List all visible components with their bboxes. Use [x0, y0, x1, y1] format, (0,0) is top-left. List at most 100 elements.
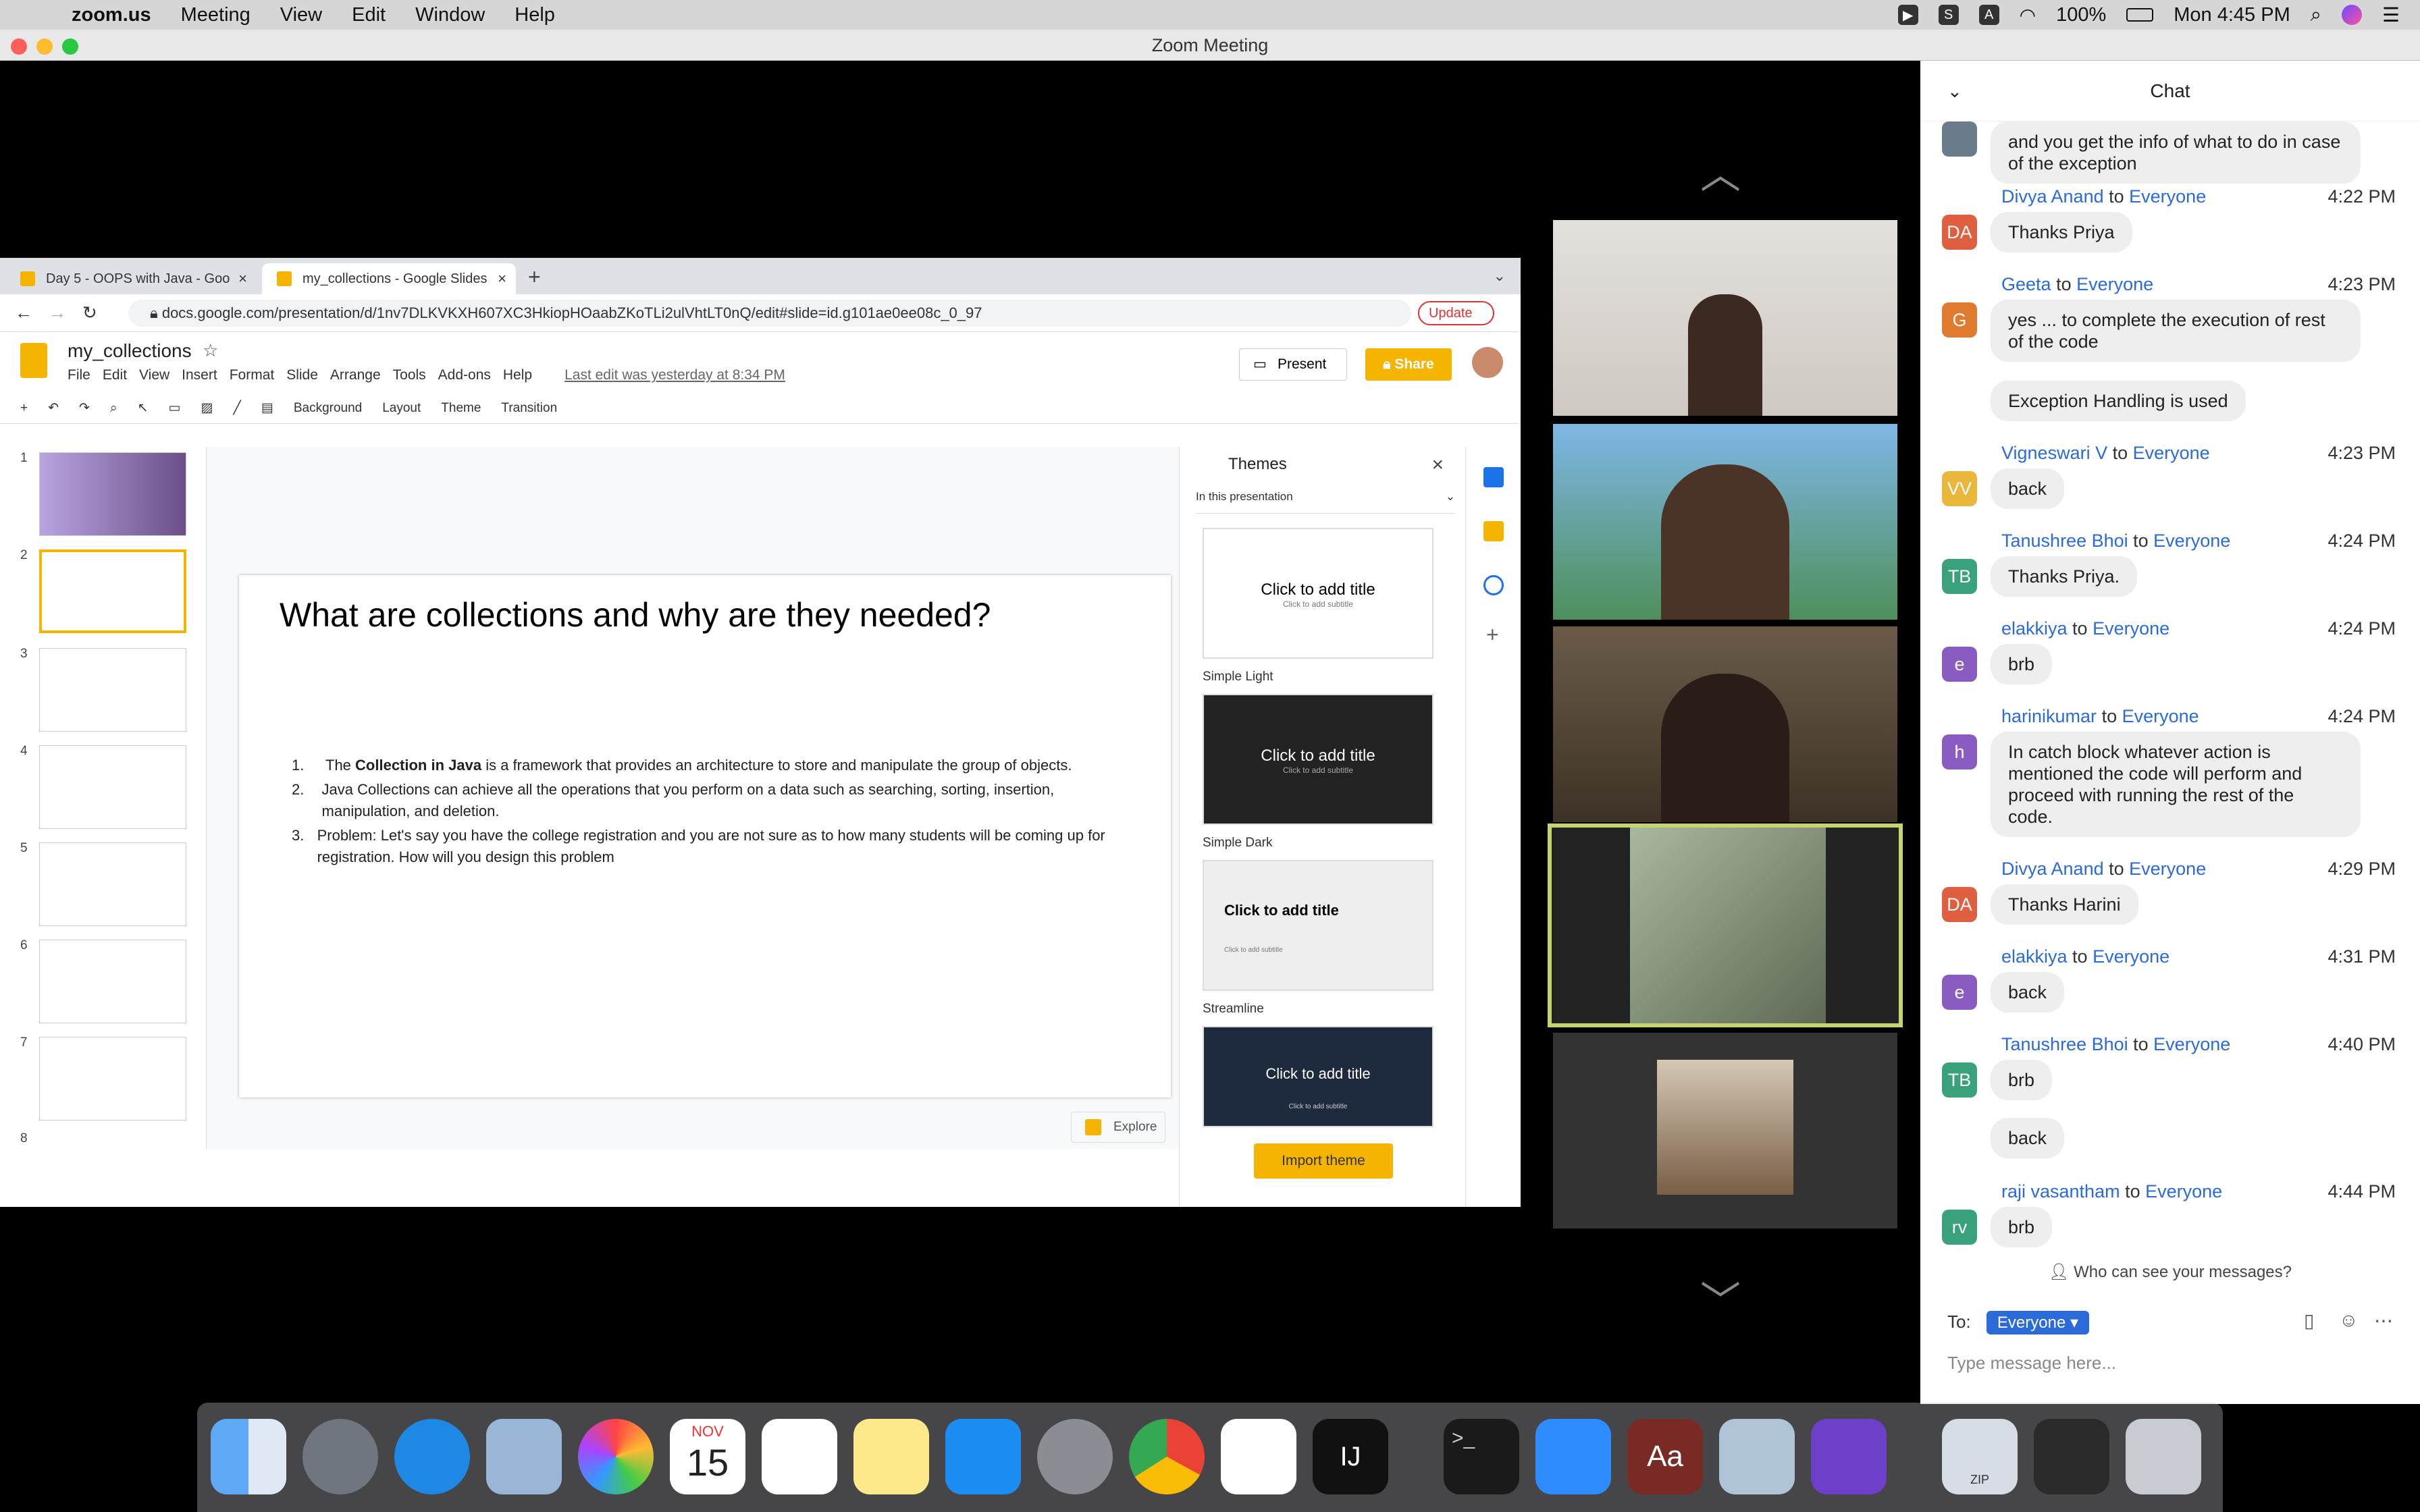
share-button[interactable]: 🔒︎ Share [1365, 348, 1452, 381]
menu-edit[interactable]: Edit [352, 4, 386, 26]
zoom-icon[interactable]: ⌕ [110, 401, 117, 416]
battery-icon[interactable] [2126, 8, 2154, 22]
line-icon[interactable]: ╱ [233, 400, 240, 416]
video-tile-3[interactable] [1553, 626, 1897, 822]
sender-name[interactable]: harinikumar [2001, 706, 2097, 726]
file-icon[interactable]: ▯ [2304, 1310, 2314, 1332]
menu-meeting[interactable]: Meeting [181, 4, 251, 26]
browser-tab-2[interactable]: my_collections - Google Slides × [262, 263, 516, 294]
photos-icon[interactable] [578, 1419, 654, 1494]
sender-name[interactable]: Divya Anand [2001, 186, 2104, 207]
slide-thumbnail-2[interactable] [39, 549, 186, 633]
new-tab-icon[interactable]: + [528, 265, 541, 290]
recipient-dropdown[interactable]: Everyone ▾ [1986, 1311, 2090, 1334]
theme-streamline[interactable]: Click to add title Click to add subtitle [1203, 860, 1433, 991]
recipient-name[interactable]: Everyone [2076, 274, 2153, 294]
intellij-icon[interactable]: IJ [1313, 1419, 1388, 1494]
theme-simple-dark[interactable]: Click to add title Click to add subtitle [1203, 694, 1433, 825]
menu-help[interactable]: Help [503, 367, 532, 383]
present-button[interactable]: ▭ Present [1239, 348, 1347, 381]
recipient-name[interactable]: Everyone [2145, 1181, 2222, 1202]
document-title[interactable]: my_collections [68, 340, 192, 362]
new-slide-icon[interactable]: + [20, 401, 28, 416]
sender-name[interactable]: Vigneswari V [2001, 443, 2107, 463]
undo-icon[interactable]: ↶ [48, 400, 59, 416]
message-bubble[interactable]: back [1991, 972, 2065, 1013]
reload-icon[interactable]: ↻ [82, 302, 97, 323]
more-icon[interactable]: ⋯ [2374, 1310, 2393, 1332]
app-store-icon[interactable] [945, 1419, 1021, 1494]
theme-simple-light[interactable]: Click to add title Click to add subtitle [1203, 528, 1433, 659]
background-button[interactable]: Background [294, 401, 362, 416]
close-tab-icon[interactable]: × [498, 263, 506, 294]
message-bubble[interactable]: In catch block whatever action is mentio… [1991, 732, 2361, 837]
emoji-icon[interactable]: ☺ [2339, 1310, 2359, 1331]
scroll-down-icon[interactable]: ﹀ [1700, 1269, 1741, 1328]
back-icon[interactable]: ← [15, 302, 32, 323]
reminders-icon[interactable] [762, 1419, 837, 1494]
input-source-icon[interactable]: A [1978, 5, 1999, 25]
message-bubble[interactable]: back [1991, 1118, 2065, 1158]
zoom-icon[interactable] [1535, 1419, 1611, 1494]
message-bubble[interactable]: brb [1991, 1060, 2053, 1100]
tasks-addon-icon[interactable] [1483, 575, 1504, 595]
zoom-window-button[interactable] [62, 38, 78, 55]
zoom-tray-icon[interactable]: ▶ [1897, 5, 1918, 25]
slide-bullet-list[interactable]: 1. The Collection in Java is a framework… [292, 755, 1136, 871]
launchpad-icon[interactable] [302, 1419, 378, 1494]
slides-logo-icon[interactable] [20, 343, 47, 378]
recipient-name[interactable]: Everyone [2093, 618, 2169, 639]
comment-icon[interactable]: ▤ [261, 400, 273, 416]
dictionary-icon[interactable]: Aa [1627, 1419, 1703, 1494]
slack-icon[interactable] [1221, 1419, 1296, 1494]
recipient-name[interactable]: Everyone [2133, 443, 2210, 463]
message-bubble[interactable]: back [1991, 468, 2065, 509]
menu-format[interactable]: Format [230, 367, 275, 383]
select-icon[interactable]: ↖ [138, 400, 149, 416]
preview-icon[interactable] [1719, 1419, 1795, 1494]
skype-tray-icon[interactable]: S [1938, 5, 1959, 25]
recipient-name[interactable]: Everyone [2129, 186, 2206, 207]
menu-app-name[interactable]: zoom.us [72, 4, 151, 26]
slide-thumbnail-7[interactable] [39, 1037, 186, 1120]
transition-button[interactable]: Transition [501, 401, 557, 416]
recipient-name[interactable]: Everyone [2093, 946, 2169, 967]
message-bubble[interactable]: and you get the info of what to do in ca… [1991, 122, 2361, 184]
menu-file[interactable]: File [68, 367, 90, 383]
menu-insert[interactable]: Insert [182, 367, 217, 383]
sender-name[interactable]: Tanushree Bhoi [2001, 531, 2128, 551]
video-tile-5[interactable] [1553, 1033, 1897, 1228]
sender-name[interactable]: elakkiya [2001, 946, 2068, 967]
chevron-down-icon[interactable]: ⌄ [1947, 61, 1962, 122]
explore-button[interactable]: Explore [1071, 1112, 1165, 1143]
recipient-name[interactable]: Everyone [2153, 531, 2230, 551]
browser-tab-1[interactable]: Day 5 - OOPS with Java - Goo × [5, 263, 257, 294]
menu-help[interactable]: Help [515, 4, 555, 26]
message-bubble[interactable]: Thanks Harini [1991, 884, 2138, 925]
spotlight-search-icon[interactable]: ⌕ [2311, 4, 2321, 26]
slide-thumbnail-6[interactable] [39, 940, 186, 1023]
trash-icon[interactable] [2126, 1419, 2201, 1494]
menu-window[interactable]: Window [415, 4, 485, 26]
mail-icon[interactable] [486, 1419, 562, 1494]
recipient-name[interactable]: Everyone [2122, 706, 2199, 726]
message-bubble[interactable]: Thanks Priya. [1991, 556, 2138, 597]
layout-button[interactable]: Layout [382, 401, 421, 416]
redo-icon[interactable]: ↷ [79, 400, 90, 416]
update-button[interactable]: Update [1418, 301, 1494, 325]
menu-view[interactable]: View [280, 4, 322, 26]
sender-name[interactable]: Divya Anand [2001, 859, 2104, 879]
theme-focus[interactable]: Click to add title Click to add subtitle [1203, 1026, 1433, 1127]
clock[interactable]: Mon 4:45 PM [2174, 4, 2290, 26]
chat-message-input[interactable]: Type message here... [1947, 1353, 2116, 1374]
recipient-name[interactable]: Everyone [2153, 1034, 2230, 1054]
menu-edit[interactable]: Edit [103, 367, 127, 383]
current-slide[interactable]: What are collections and why are they ne… [239, 575, 1171, 1098]
slide-thumbnail-1[interactable] [39, 452, 186, 536]
calendar-addon-icon[interactable] [1483, 467, 1504, 487]
import-theme-button[interactable]: Import theme [1254, 1143, 1393, 1179]
add-addon-icon[interactable]: + [1486, 622, 1499, 647]
wifi-icon[interactable]: ◠ [2020, 4, 2036, 26]
slide-thumbnail-4[interactable] [39, 745, 186, 829]
theme-button[interactable]: Theme [441, 401, 481, 416]
